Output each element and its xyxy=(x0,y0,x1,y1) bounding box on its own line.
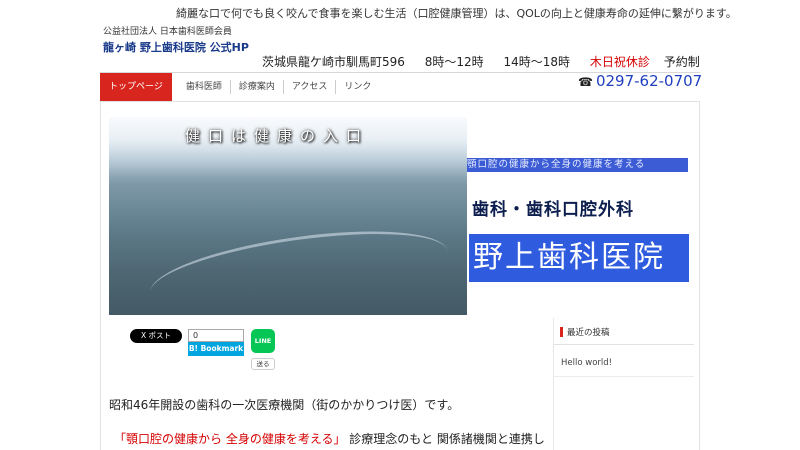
sidebar-heading: 最近の投稿 xyxy=(554,318,694,345)
nav-item-dentist[interactable]: 歯科医師 xyxy=(178,80,230,94)
sidebar-heading-text: 最近の投稿 xyxy=(567,328,610,338)
department-heading: 歯科・歯科口腔外科 xyxy=(472,200,634,220)
reservation-note: 予約制 xyxy=(663,55,700,69)
clinic-info-row: 茨城県龍ケ崎市馴馬町596 8時～12時 14時～18時 木日祝休診 予約制 xyxy=(262,53,700,70)
telephone-icon: ☎ xyxy=(578,75,593,89)
phone-text: 0297-62-0707 xyxy=(595,72,703,90)
nav-item-links[interactable]: リンク xyxy=(335,80,379,94)
nav-item-treatment[interactable]: 診療案内 xyxy=(229,80,283,94)
hero-aerial-image xyxy=(109,117,467,315)
hours-morning: 8時～12時 xyxy=(424,55,484,69)
hatena-bookmark-button[interactable]: B! Bookmark xyxy=(188,342,244,356)
hatena-count: 0 xyxy=(188,329,244,342)
hero-river xyxy=(145,216,453,315)
clinic-name-banner: 野上歯科医院 xyxy=(469,234,689,282)
recent-post-link[interactable]: Hello world! xyxy=(561,358,612,368)
motto-paragraph: 「顎口腔の健康から 全身の健康を考える」 診療理念のもと 関係諸機関と連携し xyxy=(114,430,545,447)
x-post-button[interactable]: X ポスト xyxy=(130,329,182,343)
sidebar-recent-posts: 最近の投稿 Hello world! xyxy=(553,318,694,450)
nav-item-top[interactable]: トップページ xyxy=(100,73,172,101)
motto-highlight: 「顎口腔の健康から 全身の健康を考える」 xyxy=(114,432,346,446)
hours-afternoon: 14時～18時 xyxy=(503,55,571,69)
main-nav: トップページ 歯科医師 診療案内 アクセス リンク xyxy=(100,73,379,101)
intro-text: 昭和46年開設の歯科の一次医療機関（街のかかりつけ医）です。 xyxy=(109,398,460,412)
site-tagline: 綺麗な口で何でも良く咬んで食事を楽しむ生活（口腔健康管理）は、QOLの向上と健康… xyxy=(176,7,737,20)
line-icon[interactable]: LINE xyxy=(251,329,275,353)
heading-accent-bar xyxy=(560,327,563,337)
site-title-link[interactable]: 龍ヶ崎 野上歯科医院 公式HP xyxy=(103,39,249,55)
hero-title: 健口は健康の入口 xyxy=(185,127,370,145)
closed-days: 木日祝休診 xyxy=(589,55,650,69)
association-label: 公益社団法人 日本歯科医師会員 xyxy=(103,27,232,37)
sidebar-divider xyxy=(554,376,694,377)
phone-number[interactable]: ☎ 0297-62-0707 xyxy=(578,72,702,90)
address-text: 茨城県龍ケ崎市馴馬町596 xyxy=(262,55,405,69)
motto-tail: 診療理念のもと 関係諸機関と連携し xyxy=(345,432,545,446)
philosophy-banner: 顎口腔の健康から全身の健康を考える xyxy=(467,158,688,172)
line-send-button[interactable]: 送る xyxy=(251,358,275,370)
nav-item-access[interactable]: アクセス xyxy=(282,80,336,94)
